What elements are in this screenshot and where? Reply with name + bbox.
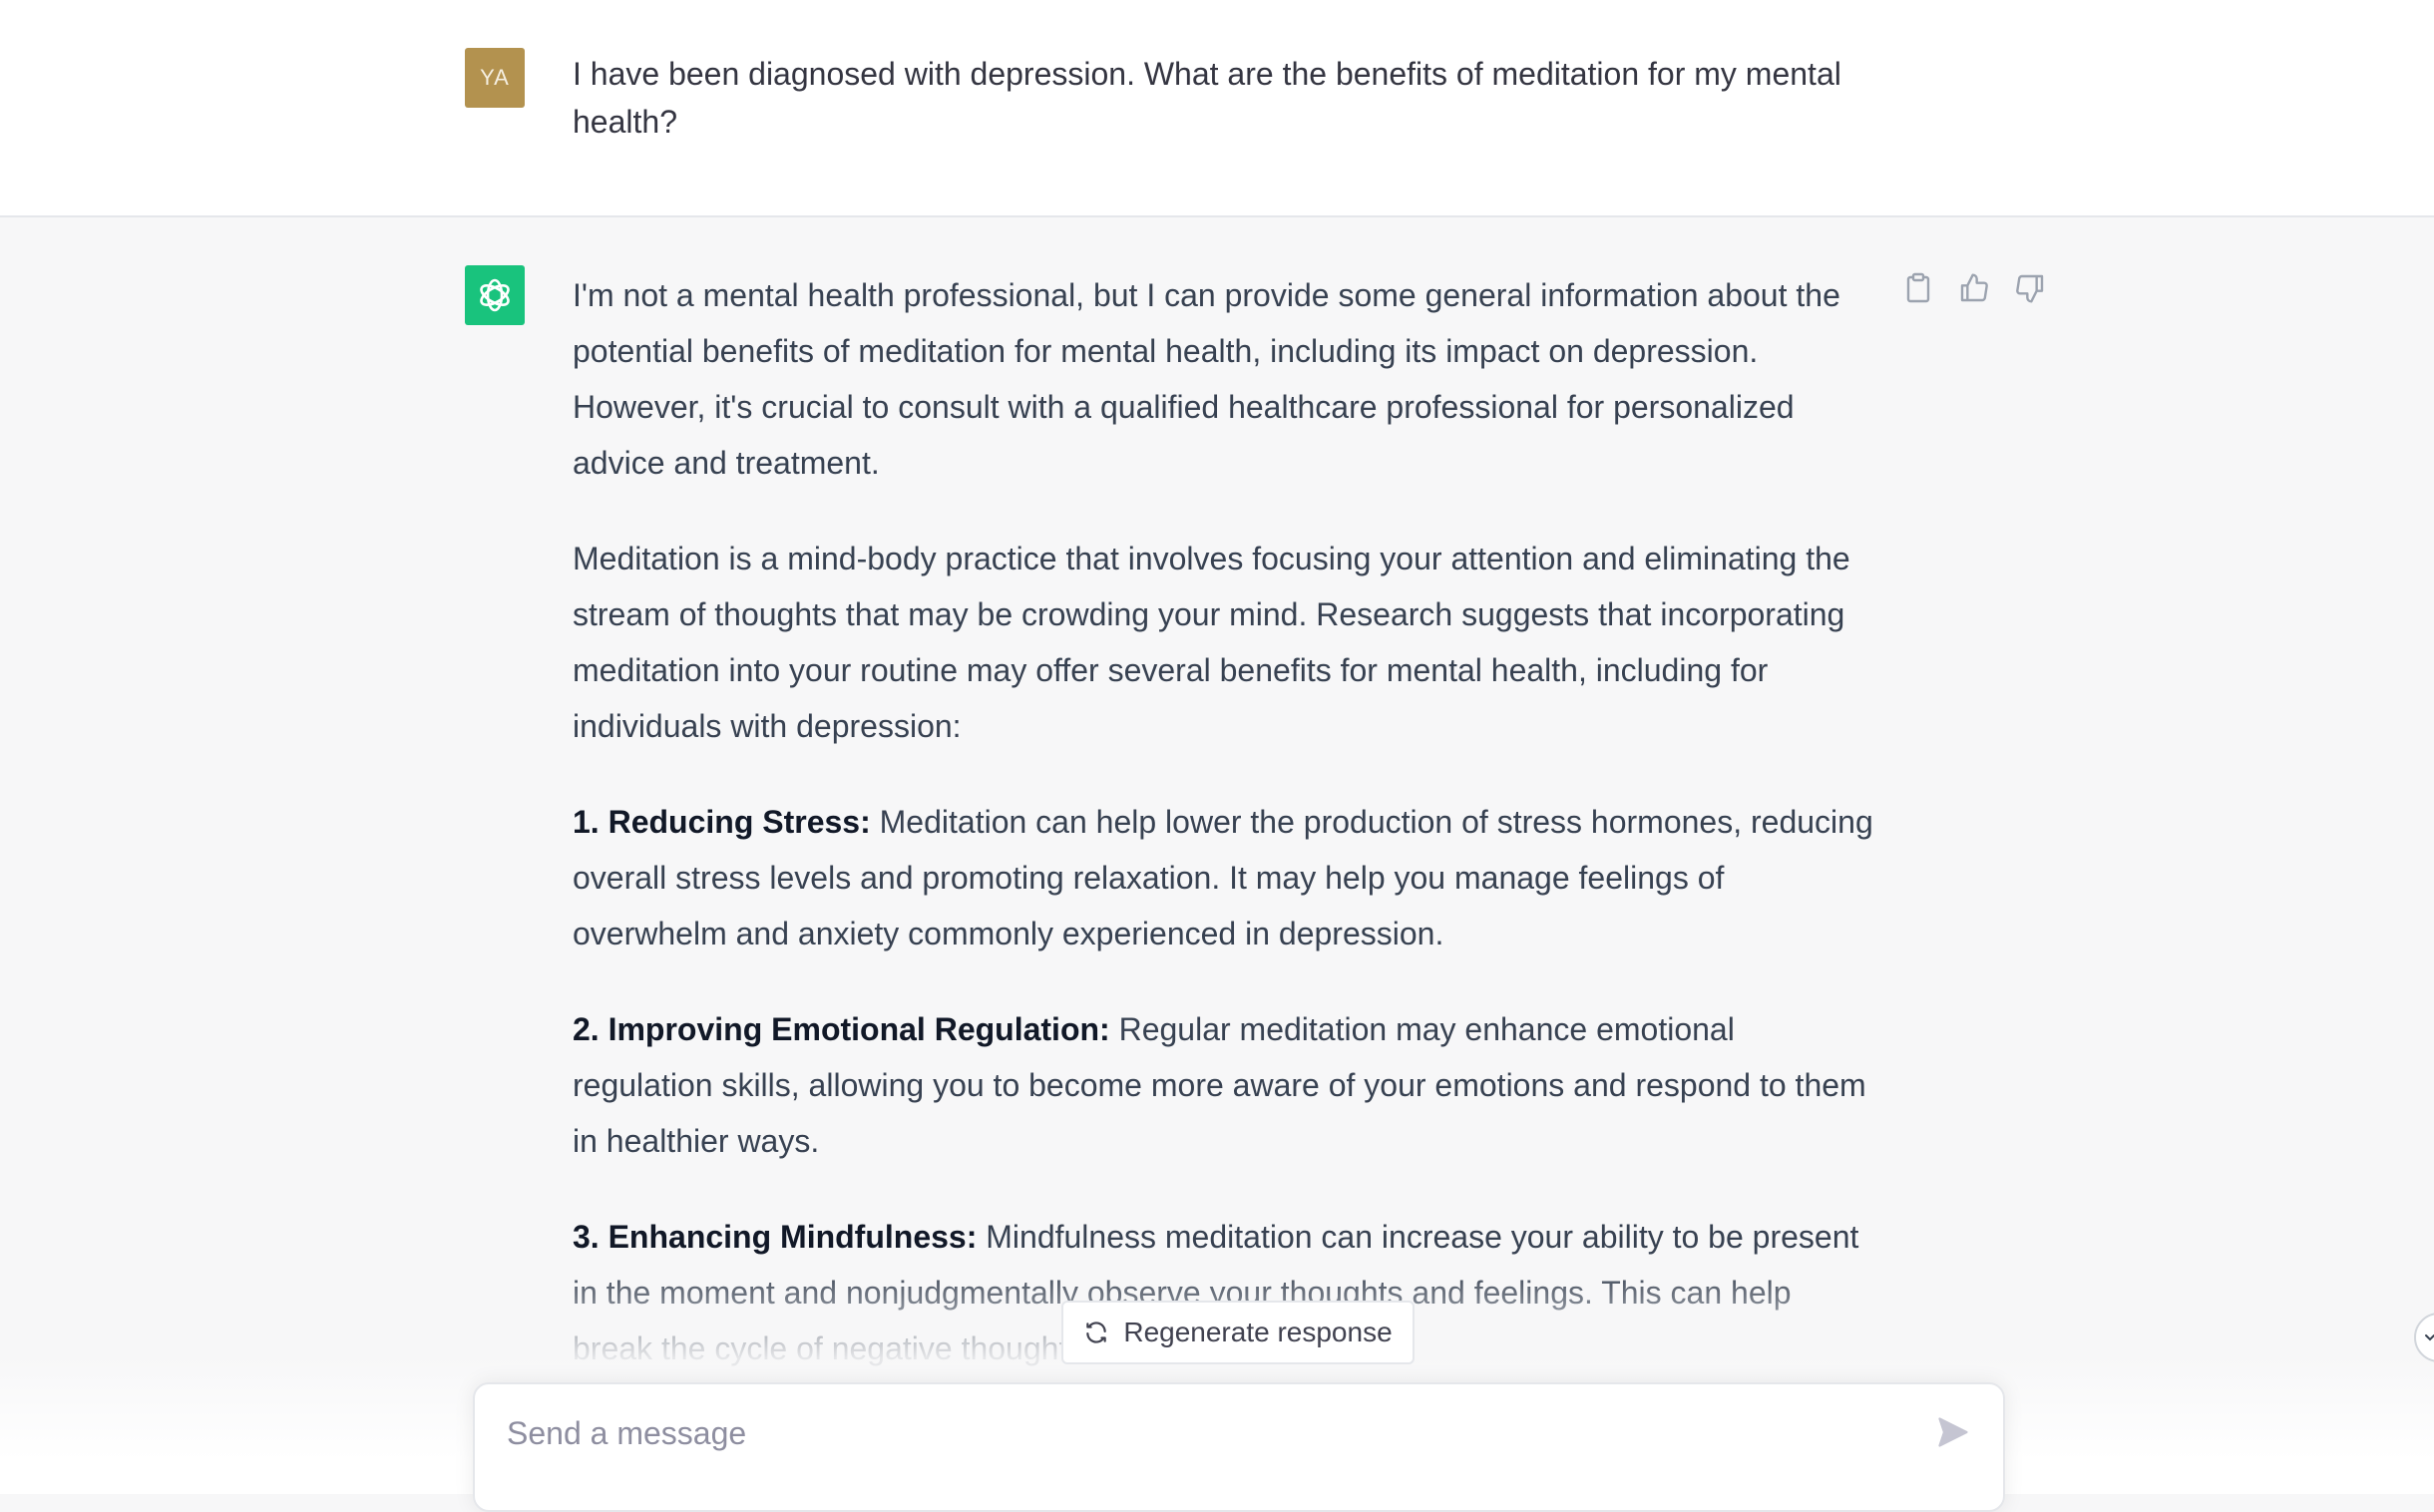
thumbs-down-icon [2016, 274, 2044, 303]
user-message: YA I have been diagnosed with depression… [0, 0, 2434, 217]
answer-paragraph: Meditation is a mind-body practice that … [573, 541, 1850, 744]
thumbs-up-icon [1960, 273, 1988, 302]
clipboard-icon [1906, 272, 1930, 303]
message-input[interactable] [505, 1402, 1885, 1464]
openai-logo-icon [480, 278, 510, 312]
send-button[interactable] [1931, 1410, 1975, 1454]
thumbs-down-button[interactable] [2011, 269, 2049, 307]
user-message-text: I have been diagnosed with depression. W… [573, 56, 1841, 140]
copy-button[interactable] [1899, 269, 1937, 307]
regenerate-label: Regenerate response [1123, 1317, 1393, 1347]
assistant-avatar [465, 265, 525, 325]
assistant-message-body: I'm not a mental health professional, bu… [573, 267, 1879, 1416]
refresh-icon [1086, 1322, 1107, 1343]
regenerate-response-button[interactable]: Regenerate response [1061, 1301, 1415, 1364]
chevron-down-icon [2425, 1334, 2434, 1341]
message-composer [473, 1382, 2005, 1512]
message-actions [1899, 269, 2049, 307]
user-avatar: YA [465, 48, 525, 108]
list-item-heading: 2. Improving Emotional Regulation: [573, 1011, 1110, 1047]
thumbs-up-button[interactable] [1955, 269, 1993, 307]
list-item-heading: 3. Enhancing Mindfulness: [573, 1219, 978, 1255]
answer-paragraph: I'm not a mental health professional, bu… [573, 277, 1840, 481]
list-item: 1. Reducing Stress: Meditation can help … [573, 794, 1879, 961]
list-item: 2. Improving Emotional Regulation: Regul… [573, 1001, 1879, 1169]
user-avatar-initials: YA [480, 65, 510, 90]
list-item-heading: 1. Reducing Stress: [573, 804, 871, 840]
send-icon [1938, 1417, 1968, 1447]
